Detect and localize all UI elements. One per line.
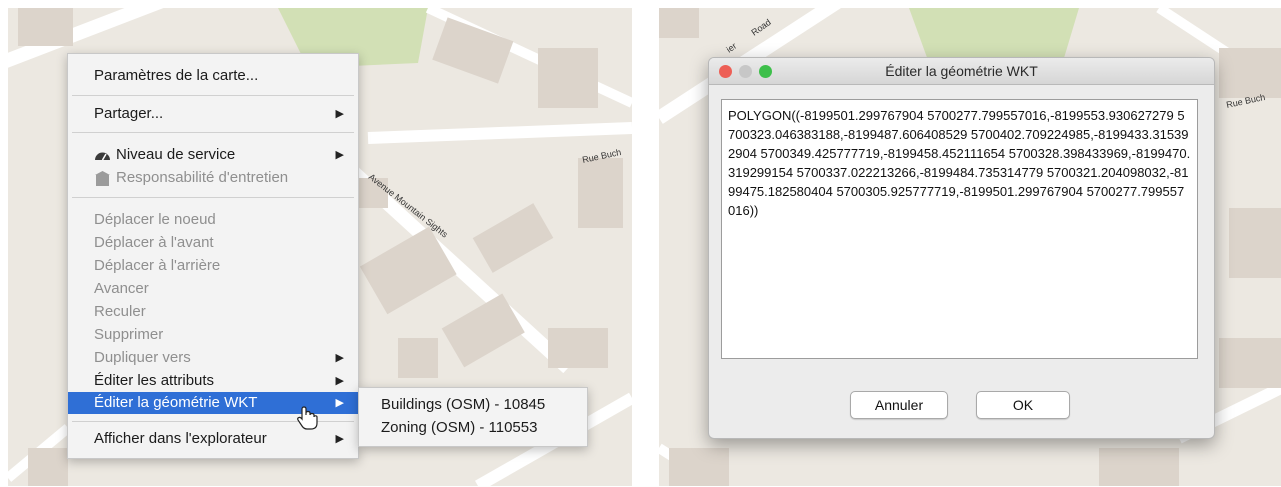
menu-item-send-to-back: Déplacer à l'arrière [68, 255, 358, 277]
menu-item-label: Partager... [94, 105, 164, 122]
menu-separator [72, 95, 354, 96]
menu-item-label: Reculer [94, 303, 146, 320]
submenu-arrow-icon: ▶ [335, 352, 344, 364]
menu-item-maintenance-responsibility: Responsabilité d'entretien [68, 167, 358, 189]
menu-item-label: Dupliquer vers [94, 349, 191, 366]
menu-item-label: Éditer les attributs [94, 372, 215, 389]
submenu-arrow-icon: ▶ [335, 397, 344, 409]
service-level-icon [95, 152, 110, 161]
submenu-item-buildings[interactable]: Buildings (OSM) - 10845 [381, 396, 545, 413]
menu-item-label: Responsabilité d'entretien [116, 169, 289, 186]
menu-item-show-in-explorer[interactable]: Afficher dans l'explorateur ▶ [68, 428, 358, 450]
menu-item-label: Afficher dans l'explorateur [94, 430, 267, 447]
menu-item-label: Niveau de service [116, 146, 236, 163]
menu-separator [72, 132, 354, 133]
menu-item-label: Déplacer à l'arrière [94, 257, 221, 274]
cancel-button[interactable]: Annuler [850, 391, 948, 419]
ok-button[interactable]: OK [976, 391, 1070, 419]
submenu-item-zoning[interactable]: Zoning (OSM) - 110553 [381, 419, 537, 436]
menu-item-share[interactable]: Partager... ▶ [68, 103, 358, 125]
menu-item-bring-to-front: Déplacer à l'avant [68, 232, 358, 254]
submenu-arrow-icon: ▶ [335, 108, 344, 120]
wkt-text-area[interactable]: POLYGON((-8199501.299767904 5700277.7995… [721, 99, 1198, 359]
dialog-title: Éditer la géométrie WKT [885, 63, 1038, 79]
menu-item-label: Avancer [94, 280, 149, 297]
menu-separator [72, 197, 354, 198]
map-view-left[interactable]: Rue Buch Avenue Mountain Sights Paramètr… [8, 8, 632, 486]
menu-item-edit-attributes[interactable]: Éditer les attributs ▶ [68, 370, 358, 392]
menu-item-label: Éditer la géométrie WKT [94, 394, 258, 411]
menu-item-move-backward: Reculer [68, 301, 358, 323]
layer-submenu: Buildings (OSM) - 10845 Zoning (OSM) - 1… [358, 387, 588, 447]
wkt-edit-dialog: Éditer la géométrie WKT POLYGON((-819950… [708, 57, 1215, 439]
menu-item-label: Déplacer le noeud [94, 211, 216, 228]
menu-item-move-forward: Avancer [68, 278, 358, 300]
menu-item-service-level[interactable]: Niveau de service ▶ [68, 144, 358, 166]
menu-item-move-node: Déplacer le noeud [68, 209, 358, 231]
menu-item-label: Déplacer à l'avant [94, 234, 214, 251]
submenu-arrow-icon: ▶ [335, 433, 344, 445]
submenu-arrow-icon: ▶ [335, 149, 344, 161]
hand-cursor-icon [297, 406, 318, 430]
menu-item-label: Paramètres de la carte... [94, 67, 259, 84]
context-menu: Paramètres de la carte... Partager... ▶ N… [67, 53, 359, 459]
map-view-right[interactable]: ier Road Rue Buch Éditer la géométrie WK… [659, 8, 1281, 486]
menu-item-label: Supprimer [94, 326, 164, 343]
menu-item-delete: Supprimer [68, 324, 358, 346]
maintenance-icon [95, 171, 110, 186]
dialog-titlebar: Éditer la géométrie WKT [709, 58, 1214, 85]
menu-item-duplicate-to: Dupliquer vers ▶ [68, 347, 358, 369]
submenu-arrow-icon: ▶ [335, 375, 344, 387]
menu-item-map-settings[interactable]: Paramètres de la carte... [68, 65, 358, 87]
